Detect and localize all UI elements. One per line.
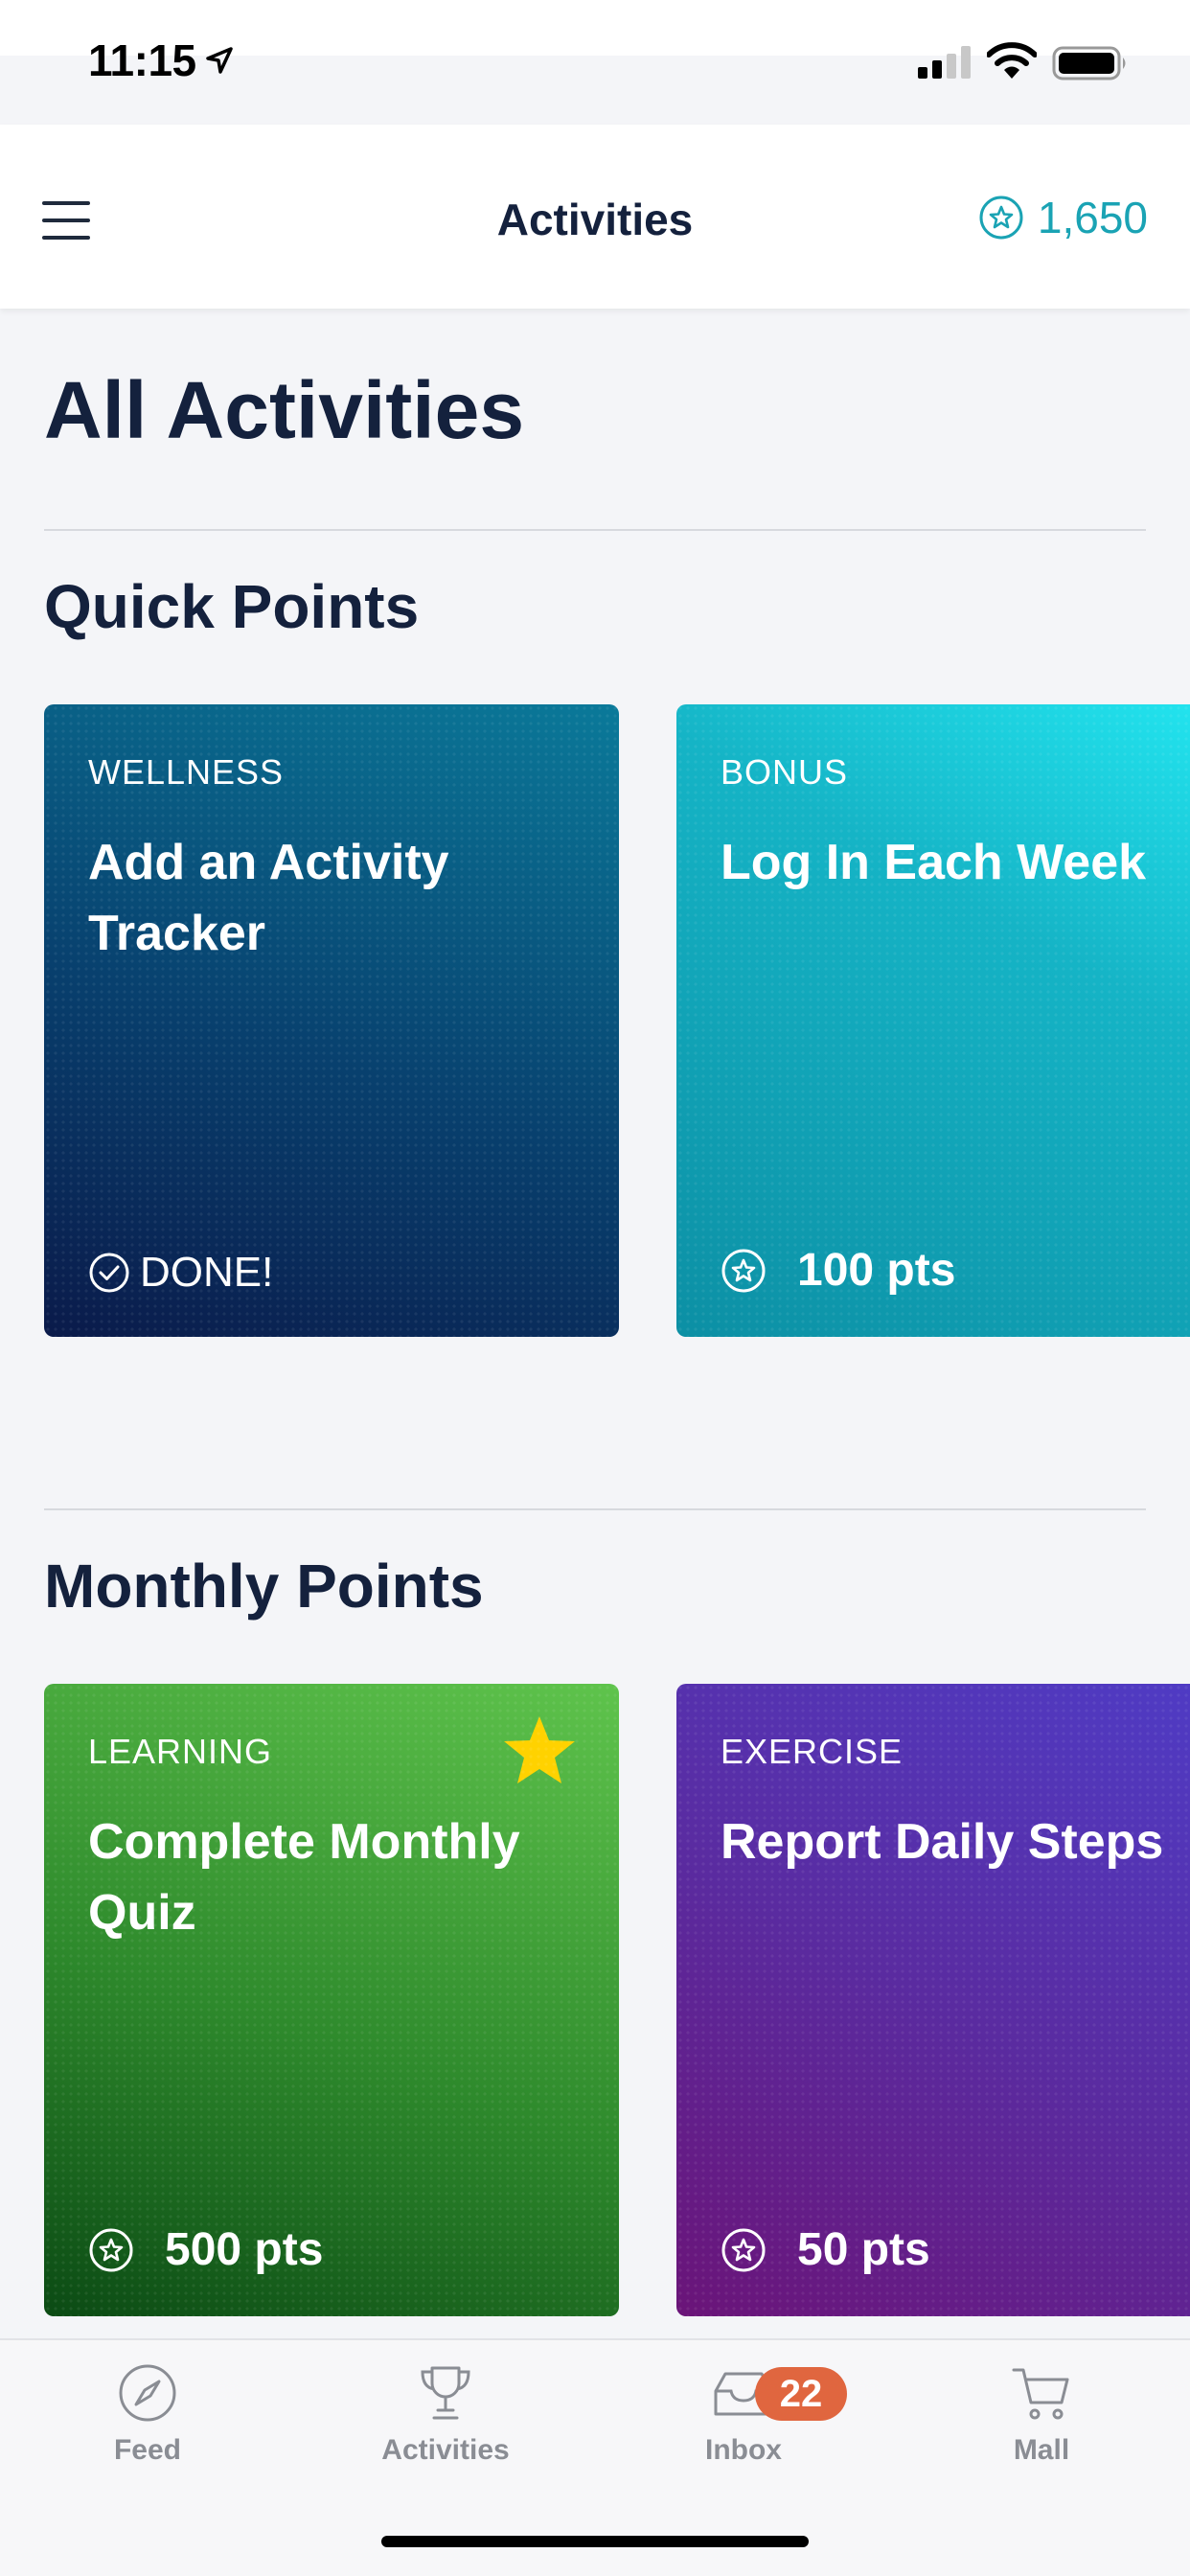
status-bar: 11:15 (0, 0, 1190, 125)
card-points: 50 pts (797, 2224, 930, 2275)
location-arrow-icon (206, 47, 233, 74)
page-title: All Activities (44, 365, 525, 455)
star-circle-icon (721, 1249, 766, 1292)
card-title: Log In Each Week (721, 835, 1147, 890)
check-circle-icon (89, 1253, 129, 1293)
card-category: EXERCISE (721, 1732, 904, 1771)
card-title: Complete Monthly Quiz (88, 1814, 520, 1941)
tab-label: Inbox (705, 2434, 782, 2466)
status-time: 11:15 (88, 35, 196, 85)
activity-card-report-daily-steps[interactable]: EXERCISE Report Daily Steps 50 pts (676, 1684, 1190, 2316)
card-footer: 100 pts (721, 1244, 955, 1297)
tab-activities[interactable]: Activities (350, 2359, 541, 2467)
star-circle-icon (721, 2228, 766, 2271)
star-circle-icon (979, 196, 1023, 240)
tab-feed[interactable]: Feed (52, 2359, 243, 2467)
card-category: WELLNESS (88, 752, 285, 792)
section-title-monthly-points: Monthly Points (44, 1552, 484, 1621)
nav-header: Activities 1,650 (0, 125, 1190, 309)
card-points: 500 pts (165, 2224, 324, 2275)
divider (44, 529, 1146, 531)
card-footer: 50 pts (721, 2223, 930, 2276)
wifi-icon (987, 42, 1037, 79)
section-title-quick-points: Quick Points (44, 572, 420, 641)
inbox-count-badge: 22 (755, 2367, 847, 2421)
card-category: BONUS (721, 752, 849, 792)
battery-icon (1052, 46, 1126, 80)
activity-card-log-in-each-week[interactable]: BONUS Log In Each Week 100 pts (676, 704, 1190, 1337)
trophy-icon (421, 2366, 470, 2420)
card-title: Add an Activity Tracker (88, 835, 449, 961)
cart-icon (1012, 2368, 1069, 2420)
tab-mall[interactable]: Mall (946, 2359, 1137, 2467)
divider (44, 1508, 1146, 1510)
card-title: Report Daily Steps (721, 1814, 1164, 1870)
card-footer: DONE! (88, 1249, 273, 1297)
tab-label: Mall (1013, 2434, 1070, 2466)
tab-inbox[interactable]: 22 Inbox (648, 2359, 847, 2467)
cellular-signal-icon (918, 46, 971, 79)
points-value: 1,650 (1037, 193, 1148, 242)
card-points: 100 pts (797, 1245, 956, 1296)
star-circle-icon (89, 2228, 133, 2271)
activity-card-add-activity-tracker[interactable]: WELLNESS Add an Activity Tracker DONE! (44, 704, 619, 1337)
card-status: DONE! (140, 1249, 274, 1296)
activity-card-complete-monthly-quiz[interactable]: LEARNING Complete Monthly Quiz 500 pts (44, 1684, 619, 2316)
compass-icon (119, 2364, 176, 2422)
featured-star-icon (504, 1716, 575, 1783)
card-category: LEARNING (88, 1732, 273, 1771)
home-indicator (381, 2536, 809, 2547)
tab-label: Activities (381, 2434, 510, 2466)
tab-label: Feed (113, 2434, 182, 2466)
card-footer: 500 pts (88, 2223, 323, 2276)
points-balance[interactable]: 1,650 (978, 192, 1148, 243)
